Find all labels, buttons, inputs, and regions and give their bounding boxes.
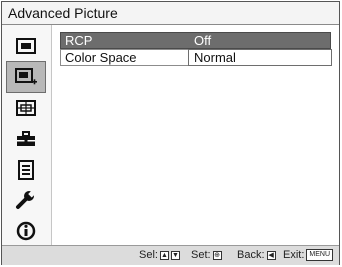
sidebar-item-picture[interactable] <box>11 34 41 58</box>
settings-panel: RCP Off Color Space Normal <box>52 25 339 245</box>
setting-value[interactable]: Normal <box>194 50 236 65</box>
footer-back-hint: Back: ◀ <box>237 249 276 261</box>
menu-window: Advanced Picture RCP Off Color Space Nor… <box>1 1 340 265</box>
setup-icon <box>17 131 35 146</box>
setting-value[interactable]: Off <box>194 33 211 48</box>
title-bar: Advanced Picture <box>2 2 339 25</box>
left-arrow-key-icon: ◀ <box>266 250 276 260</box>
footer-exit-hint: Exit: MENU <box>283 249 334 261</box>
footer-select-hint: Sel: ▲ ▼ <box>139 249 180 261</box>
footer-back-label: Back: <box>237 249 265 261</box>
installation-wrench-icon <box>16 190 36 209</box>
sidebar-item-advanced-picture[interactable] <box>6 61 46 93</box>
sidebar-item-setup[interactable] <box>11 127 41 151</box>
sidebar-item-screen[interactable] <box>11 96 41 120</box>
information-icon <box>16 221 36 241</box>
setting-label: Color Space <box>65 50 137 65</box>
footer-set-hint: Set: ⊕ <box>191 249 222 261</box>
sidebar-item-information[interactable] <box>11 219 41 243</box>
setting-row-rcp[interactable]: RCP Off <box>60 32 331 49</box>
sidebar <box>2 25 52 245</box>
footer-exit-label: Exit: <box>283 249 305 261</box>
sidebar-item-function[interactable] <box>11 158 41 182</box>
up-arrow-key-icon: ▲ <box>159 250 169 260</box>
footer-select-label: Sel: <box>139 249 158 261</box>
setting-row-color-space[interactable]: Color Space Normal <box>60 49 332 66</box>
enter-key-icon: ⊕ <box>212 250 222 260</box>
menu-key-icon: MENU <box>306 249 334 261</box>
screen-icon <box>16 100 36 116</box>
footer-set-label: Set: <box>191 249 211 261</box>
sidebar-item-installation[interactable] <box>11 188 41 212</box>
down-arrow-key-icon: ▼ <box>170 250 180 260</box>
menu-title: Advanced Picture <box>8 5 118 21</box>
function-icon <box>18 160 34 180</box>
picture-icon <box>16 38 36 54</box>
advanced-picture-icon <box>15 68 37 85</box>
footer-help-bar: Sel: ▲ ▼ Set: ⊕ Back: ◀ Exit: MENU <box>2 245 339 265</box>
setting-label: RCP <box>65 33 93 48</box>
